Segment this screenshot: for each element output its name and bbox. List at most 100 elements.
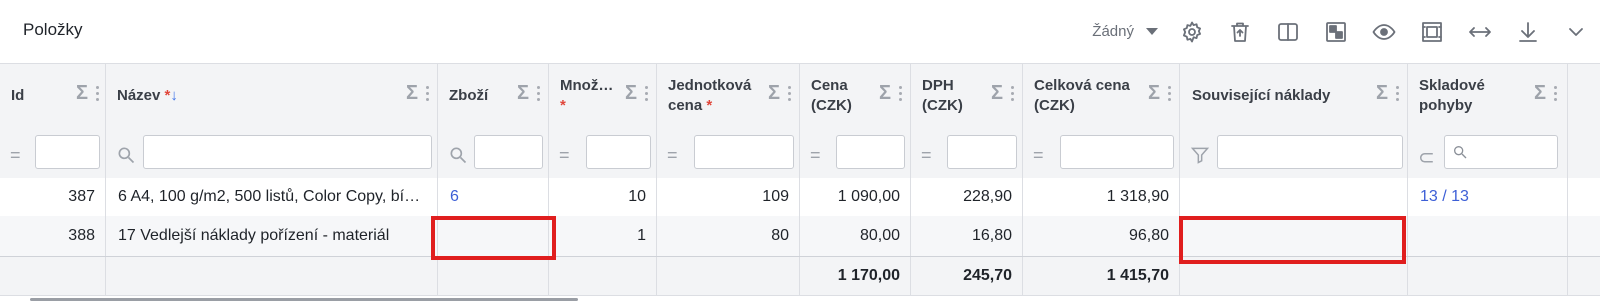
filter-input-celkova[interactable] [1060,135,1174,169]
column-menu-icon[interactable] [537,86,540,104]
col-label-line1: Cena [811,77,848,94]
col-header-souvisejici[interactable]: Související náklady Σ [1180,64,1408,128]
cell-celkova: 1 318,90 [1023,178,1180,216]
filter-funnel-icon[interactable] [1190,145,1210,170]
col-label: Skladové pohyby [1419,76,1485,116]
cell-value: 80,00 [859,227,900,244]
col-header-id[interactable]: Id Σ [0,64,106,128]
column-menu-icon[interactable] [1396,86,1399,104]
cell-jednotkova: 80 [657,216,800,256]
column-menu-icon[interactable] [426,86,429,104]
subset-icon[interactable]: ⊂ [1418,145,1435,170]
equals-icon[interactable]: = [559,145,570,166]
highlight-box-zbozi [431,216,556,260]
download-button[interactable] [1504,12,1552,52]
cell-value [1420,216,1559,256]
filter-cell-nazev [106,128,438,178]
fit-icon [1422,21,1442,42]
more-button[interactable] [1552,12,1600,52]
sort-arrow-down-icon[interactable]: ↓ [170,87,178,104]
cell-value: 1 090,00 [837,188,900,205]
split-view-icon [1278,22,1298,41]
total-cell-cena: 1 170,00 [800,257,911,295]
search-icon[interactable] [448,145,468,170]
fit-button[interactable] [1408,12,1456,52]
col-header-dph[interactable]: DPH (CZK) Σ [911,64,1023,128]
horizontal-scrollbar[interactable] [30,298,578,301]
sigma-icon[interactable]: Σ [1376,82,1388,105]
total-cell-jednotkova [657,257,800,295]
view-selector[interactable]: Žádný [1092,23,1158,40]
layout-button[interactable] [1312,12,1360,52]
column-menu-icon[interactable] [788,86,791,104]
cell-jednotkova: 109 [657,178,800,216]
col-header-mnozstvi[interactable]: Množ… * Σ [549,64,657,128]
cell-nazev: 17 Vedlejší náklady pořízení - materiál [106,216,438,256]
filter-input-jednotkova[interactable] [694,135,794,169]
cell-id: 388 [0,216,106,256]
filter-input-mnozstvi[interactable] [586,135,651,169]
total-cell-dph: 245,70 [911,257,1023,295]
sigma-icon[interactable]: Σ [1148,82,1160,105]
col-header-zbozi[interactable]: Zboží Σ [438,64,549,128]
filter-input-skladove[interactable] [1444,135,1558,169]
expand-columns-button[interactable] [1456,12,1504,52]
col-header-skladove[interactable]: Skladové pohyby Σ [1408,64,1568,128]
col-label-line2: pohyby [1419,97,1473,114]
col-header-celkova[interactable]: Celková cena (CZK) Σ [1023,64,1180,128]
filter-cell-celkova: = [1023,128,1180,178]
col-header-cena[interactable]: Cena (CZK) Σ [800,64,911,128]
filter-input-nazev[interactable] [143,135,432,169]
sigma-icon[interactable]: Σ [768,82,780,105]
sigma-icon[interactable]: Σ [76,82,88,105]
filter-input-souvisejici[interactable] [1217,135,1403,169]
column-menu-icon[interactable] [645,86,648,104]
equals-icon[interactable]: = [10,145,21,166]
table-row[interactable]: 387 6 A4, 100 g/m2, 500 listů, Color Cop… [0,178,1600,217]
col-label: Id [11,87,25,104]
col-header-jednotkova[interactable]: Jednotková cena * Σ [657,64,800,128]
equals-icon[interactable]: = [810,145,821,166]
cell-celkova: 96,80 [1023,216,1180,256]
column-menu-icon[interactable] [1554,86,1557,104]
skladove-link[interactable]: 13 / 13 [1420,178,1559,216]
sigma-icon[interactable]: Σ [625,82,637,105]
col-header-nazev[interactable]: Název *↓ Σ [106,64,438,128]
sigma-icon[interactable]: Σ [406,82,418,105]
view-selector-value: Žádný [1092,23,1134,40]
column-menu-icon[interactable] [96,86,99,104]
cell-skladove [1408,216,1568,256]
zbozi-link[interactable]: 6 [450,178,540,216]
column-menu-icon[interactable] [899,86,902,104]
cell-zbozi: 6 [438,178,549,216]
col-label: Jednotková cena * [668,76,751,116]
equals-icon[interactable]: = [921,145,932,166]
filter-filler [1568,128,1600,178]
search-icon[interactable] [116,145,136,170]
filter-input-zbozi[interactable] [474,135,543,169]
filter-cell-jednotkova: = [657,128,800,178]
filter-input-id[interactable] [35,135,100,169]
required-mark: * [560,97,566,114]
column-menu-icon[interactable] [1011,86,1014,104]
sigma-icon[interactable]: Σ [879,82,891,105]
cell-value [1192,178,1399,216]
filter-input-dph[interactable] [947,135,1017,169]
column-menu-icon[interactable] [1168,86,1171,104]
cell-nazev: 6 A4, 100 g/m2, 500 listů, Color Copy, b… [106,178,438,216]
header-row: Id Σ Název *↓ Σ Zboží Σ Množ… * Σ Jednotk… [0,64,1600,129]
cell-cena: 1 090,00 [800,178,911,216]
split-view-button[interactable] [1264,12,1312,52]
horizontal-expand-icon [1469,26,1491,37]
sigma-icon[interactable]: Σ [1534,82,1546,105]
cell-value: 6 A4, 100 g/m2, 500 listů, Color Copy, b… [118,188,421,205]
filter-input-cena[interactable] [836,135,905,169]
equals-icon[interactable]: = [667,145,678,166]
delete-button[interactable] [1216,12,1264,52]
total-value: 1 415,70 [1106,267,1169,284]
sigma-icon[interactable]: Σ [517,82,529,105]
equals-icon[interactable]: = [1033,145,1044,166]
visibility-button[interactable] [1360,12,1408,52]
settings-button[interactable] [1168,12,1216,52]
sigma-icon[interactable]: Σ [991,82,1003,105]
